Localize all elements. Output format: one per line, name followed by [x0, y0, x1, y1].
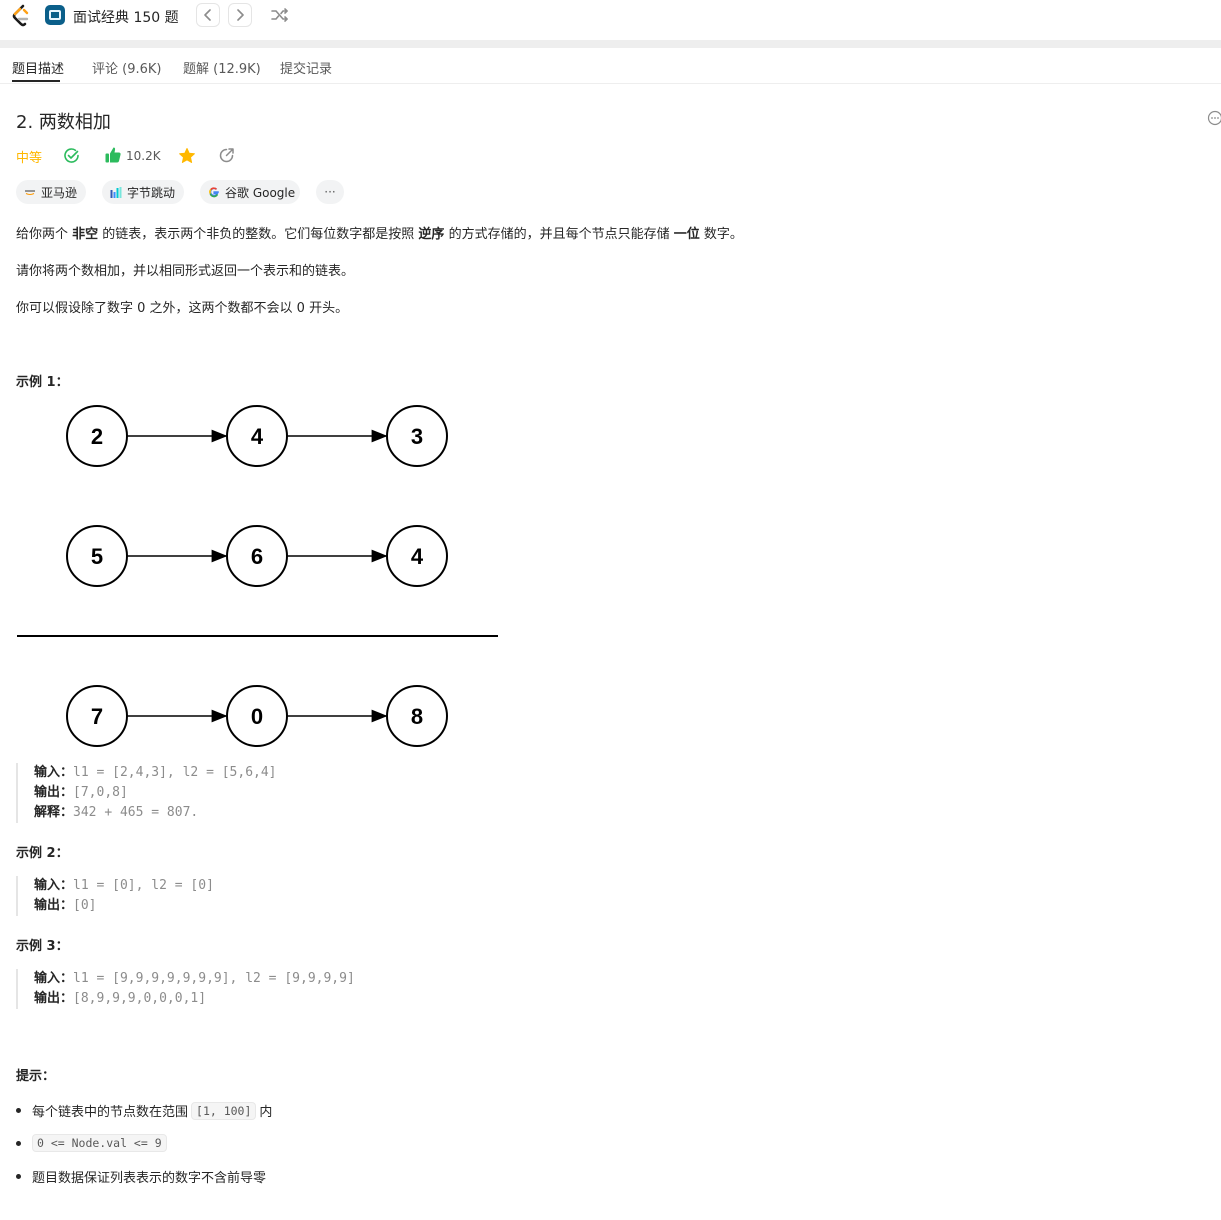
- active-tab-indicator: [12, 80, 60, 82]
- svg-text:6: 6: [251, 544, 263, 569]
- list-node-list1-2: 3: [386, 405, 448, 467]
- prev-problem-button[interactable]: [196, 3, 220, 27]
- example-1-explanation: 342 + 465 = 807.: [73, 805, 199, 820]
- list-node-result-2: 8: [386, 685, 448, 747]
- example-1-output: [7,0,8]: [73, 785, 128, 800]
- shuffle-icon[interactable]: [270, 5, 290, 25]
- list-node-list2-1: 6: [226, 525, 288, 587]
- company-tag-label: 谷歌 Google: [225, 185, 296, 200]
- linked-list-diagram: 2 4 3 5 6 4 7 0 8: [17, 405, 498, 747]
- list-node-list2-2: 4: [386, 525, 448, 587]
- svg-text:4: 4: [411, 544, 424, 569]
- problem-title: 2. 两数相加: [16, 112, 111, 133]
- output-label: 输出：: [34, 991, 74, 1006]
- company-tag-label: 字节跳动: [127, 185, 176, 200]
- chevron-left-icon: [204, 9, 211, 21]
- example-3-block: 输入：l1 = [9,9,9,9,9,9,9], l2 = [9,9,9,9] …: [16, 969, 355, 1009]
- list-node-list2-0: 5: [66, 525, 128, 587]
- list-node-result-0: 7: [66, 685, 128, 747]
- more-companies-button[interactable]: ···: [316, 180, 344, 204]
- svg-text:2: 2: [91, 424, 103, 449]
- leetcode-logo-icon[interactable]: [10, 4, 32, 28]
- output-label: 输出：: [34, 785, 74, 800]
- hint-item: 题目数据保证列表表示的数字不含前导零: [16, 1167, 266, 1186]
- description-paragraph-1: 给你两个 非空 的链表，表示两个非负的整数。它们每位数字都是按照 逆序 的方式存…: [16, 227, 743, 242]
- tab-description[interactable]: 题目描述: [12, 58, 64, 77]
- example-2-heading: 示例 2：: [16, 846, 69, 861]
- next-problem-button[interactable]: [228, 3, 252, 27]
- study-plan-icon[interactable]: [45, 5, 65, 25]
- description-paragraph-2: 请你将两个数相加，并以相同形式返回一个表示和的链表。: [16, 264, 355, 279]
- example-2-input: l1 = [0], l2 = [0]: [73, 878, 214, 893]
- company-tag-bytedance[interactable]: 字节跳动: [102, 180, 184, 204]
- inline-code: [1, 100]: [191, 1101, 257, 1120]
- example-3-output: [8,9,9,9,0,0,0,1]: [73, 991, 207, 1006]
- bullet: [16, 1174, 21, 1179]
- more-options-icon[interactable]: [1207, 110, 1221, 126]
- explain-label: 解释：: [34, 805, 74, 820]
- company-tag-label: 亚马逊: [41, 185, 78, 200]
- example-2-block: 输入：l1 = [0], l2 = [0] 输出：[0]: [16, 876, 214, 916]
- tab-solutions[interactable]: 题解 (12.9K): [183, 58, 261, 77]
- bytedance-logo-icon: [110, 186, 122, 198]
- list-node-list1-1: 4: [226, 405, 288, 467]
- bullet: [16, 1108, 21, 1113]
- amazon-logo-icon: [25, 190, 35, 195]
- example-2-output: [0]: [73, 898, 97, 913]
- panel-divider: [0, 40, 1221, 48]
- input-label: 输入：: [34, 878, 74, 893]
- list-node-list1-0: 2: [66, 405, 128, 467]
- share-icon[interactable]: [218, 147, 235, 164]
- output-label: 输出：: [34, 898, 74, 913]
- tab-bar: 题目描述 评论 (9.6K) 题解 (12.9K) 提交记录: [0, 48, 1221, 84]
- company-tag-amazon[interactable]: 亚马逊: [16, 180, 86, 204]
- example-3-input: l1 = [9,9,9,9,9,9,9], l2 = [9,9,9,9]: [73, 971, 355, 986]
- example-1-heading: 示例 1：: [16, 375, 69, 390]
- example-1-block: 输入：l1 = [2,4,3], l2 = [5,6,4] 输出：[7,0,8]…: [16, 763, 277, 823]
- example-3-heading: 示例 3：: [16, 939, 69, 954]
- list-node-result-1: 0: [226, 685, 288, 747]
- hints-heading: 提示：: [16, 1069, 56, 1084]
- hint-item: 每个链表中的节点数在范围 [1, 100] 内: [16, 1101, 272, 1120]
- top-bar: 面试经典 150 题: [0, 0, 1221, 38]
- chevron-right-icon: [237, 9, 244, 21]
- svg-text:0: 0: [251, 704, 263, 729]
- svg-text:4: 4: [251, 424, 264, 449]
- difficulty-badge: 中等: [16, 151, 43, 166]
- bullet: [16, 1140, 21, 1146]
- like-count: 10.2K: [126, 149, 161, 163]
- svg-text:3: 3: [411, 424, 423, 449]
- svg-text:8: 8: [411, 704, 423, 729]
- tab-submissions[interactable]: 提交记录: [280, 58, 332, 77]
- hint-item: 0 <= Node.val <= 9: [16, 1134, 170, 1152]
- example-1-input: l1 = [2,4,3], l2 = [5,6,4]: [73, 765, 277, 780]
- inline-code: 0 <= Node.val <= 9: [32, 1134, 167, 1152]
- company-tag-google[interactable]: 谷歌 Google: [200, 180, 300, 204]
- tab-comments[interactable]: 评论 (9.6K): [92, 58, 161, 77]
- google-logo-icon: [209, 187, 219, 198]
- study-plan-title[interactable]: 面试经典 150 题: [73, 7, 179, 27]
- svg-text:7: 7: [91, 704, 103, 729]
- thumbs-up-icon[interactable]: [104, 146, 122, 164]
- favorite-star-icon[interactable]: [178, 147, 196, 165]
- description-paragraph-3: 你可以假设除了数字 0 之外，这两个数都不会以 0 开头。: [16, 301, 349, 316]
- input-label: 输入：: [34, 971, 74, 986]
- solved-check-icon: [64, 148, 79, 163]
- input-label: 输入：: [34, 765, 74, 780]
- svg-text:5: 5: [91, 544, 103, 569]
